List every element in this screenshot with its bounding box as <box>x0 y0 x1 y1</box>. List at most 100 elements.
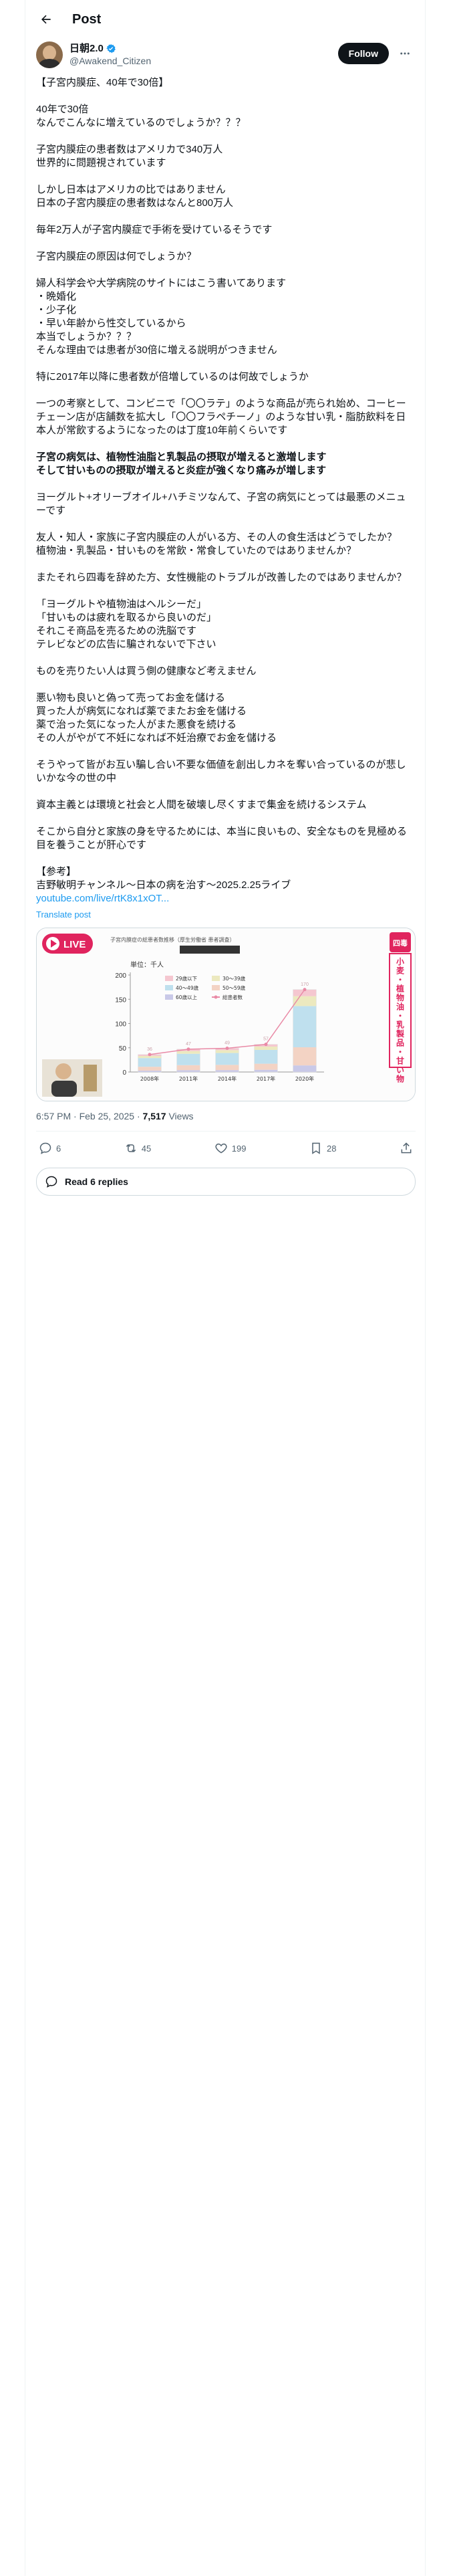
author-row: 日朝2.0 @Awakend_Citizen Follow <box>36 41 416 72</box>
tweet-paragraph: しかし日本はアメリカの比ではありません 日本の子宮内膜症の患者数はなんと800万人 <box>36 183 416 210</box>
bar-segment <box>176 1065 200 1071</box>
live-label: LIVE <box>63 939 86 950</box>
total-point <box>186 1047 190 1051</box>
y-tick-label: 150 <box>115 996 126 1004</box>
tweet-line: 日本の子宮内膜症の患者数はなんと800万人 <box>36 197 234 209</box>
tweet-paragraph: そこから自分と家族の身を守るためには、本当に良いもの、安全なものを見極める目を養… <box>36 825 416 852</box>
heart-icon <box>215 1143 227 1154</box>
tweet-paragraph: 子宮内膜症の患者数はアメリカで340万人 世界的に問題視されています <box>36 143 416 170</box>
legend-swatch <box>212 985 220 990</box>
avatar[interactable] <box>36 41 63 68</box>
bar-segment <box>138 1058 162 1067</box>
tweet-paragraph: ものを売りたい人は買う側の健康など考えません <box>36 665 416 678</box>
x-tick-label: 2014年 <box>218 1075 237 1082</box>
tweet-line: 【参考】 <box>36 866 77 877</box>
legend-swatch <box>165 976 173 981</box>
tweet-line: そこから自分と家族の身を守るためには、本当に良いもの、安全なものを見極める目を養… <box>36 826 408 851</box>
tweet-line: そして甘いものの摂取が増えると炎症が強くなり痛みが増します <box>36 465 327 476</box>
bookmark-count: 28 <box>327 1143 337 1154</box>
bookmark-button[interactable]: 28 <box>309 1142 336 1155</box>
reply-button[interactable]: 6 <box>39 1142 61 1155</box>
tweet-line: 【子宮内膜症、40年で30倍】 <box>36 77 169 88</box>
bar-segment <box>254 1046 278 1050</box>
tweet-paragraph: 資本主義とは環境と社会と人間を破壊し尽くすまで集金を続けるシステム <box>36 798 416 812</box>
repost-button[interactable]: 45 <box>124 1142 151 1155</box>
page-title: Post <box>72 11 102 27</box>
tweet-line: ものを売りたい人は買う側の健康など考えません <box>36 665 257 677</box>
tweet-line: ・晩婚化 <box>36 291 77 302</box>
read-replies-label: Read 6 replies <box>65 1176 128 1187</box>
chart-unit-label: 単位：千人 <box>130 960 164 969</box>
tweet-line: そうやって皆がお互い騙し合い不要な価値を創出しカネを奪い合っているのが悲しいかな… <box>36 759 406 784</box>
tweet-line: 「ヨーグルトや植物油はヘルシーだ」 <box>36 599 207 610</box>
tweet-line: 子宮内膜症の患者数はアメリカで340万人 <box>36 144 223 155</box>
back-button[interactable] <box>35 8 57 31</box>
tweet-line: 一つの考察として、コンビニで「〇〇ラテ」のような商品が売られ始め、コーヒーチェー… <box>36 398 406 436</box>
tweet-line: ・少子化 <box>36 304 77 316</box>
views-label: Views <box>166 1111 194 1121</box>
tweet-line: 子宮内膜症の原因は何でしょうか？ <box>36 251 197 262</box>
tweet-paragraph: 友人・知人・家族に子宮内膜症の人がいる方、その人の食生活はどうでしたか？ 植物油・… <box>36 531 416 558</box>
total-point <box>264 1043 268 1047</box>
side-text: 小麦・植物油・乳製品・甘い物 <box>396 956 405 1084</box>
bar-segment <box>215 1053 239 1065</box>
tweet-line: 世界的に問題視されています <box>36 157 166 169</box>
action-bar: 6 45 199 28 <box>36 1132 416 1165</box>
legend-label: 40〜49歳 <box>176 984 199 991</box>
bar-segment <box>176 1051 200 1054</box>
like-count: 199 <box>231 1143 247 1154</box>
tweet-paragraph: 特に2017年以降に患者数が倍増しているのは何故でしょうか <box>36 370 416 384</box>
more-options-icon[interactable] <box>394 43 416 64</box>
follow-button[interactable]: Follow <box>337 43 389 64</box>
total-point <box>225 1046 229 1050</box>
chart-title: 子宮内膜症の総患者数推移（厚生労働省 患者調査） <box>110 936 235 943</box>
y-tick-label: 200 <box>115 972 126 980</box>
author-names: 日朝2.0 @Awakend_Citizen <box>69 43 151 67</box>
tweet-paragraph: 【子宮内膜症、40年で30倍】 <box>36 76 416 90</box>
author-name[interactable]: 日朝2.0 <box>69 43 104 55</box>
x-tick-label: 2017年 <box>257 1075 275 1082</box>
tweet-paragraph: 一つの考察として、コンビニで「〇〇ラテ」のような商品が売られ始め、コーヒーチェー… <box>36 397 416 437</box>
x-tick-label: 2008年 <box>140 1075 159 1082</box>
data-label: 47 <box>186 1042 191 1047</box>
tweet-paragraph: ヨーグルト+オリーブオイル+ハチミツなんて、子宮の病気にとっては最悪のメニューで… <box>36 491 416 518</box>
views-count: 7,517 <box>142 1111 166 1121</box>
live-badge: LIVE <box>42 934 93 954</box>
x-tick-label: 2020年 <box>295 1075 314 1082</box>
right-divider <box>425 0 426 2576</box>
media-thumbnail[interactable]: LIVE 子宮内膜症の総患者数推移（厚生労働省 患者調査） 単位：千人 0 50 1… <box>36 928 416 1101</box>
tweet-line: しかし日本はアメリカの比ではありません <box>36 184 226 195</box>
share-button[interactable] <box>400 1142 413 1155</box>
timestamp[interactable]: 6:57 PM · Feb 25, 2025 · <box>36 1111 143 1121</box>
bar-segment <box>293 1006 317 1048</box>
like-button[interactable]: 199 <box>214 1142 247 1155</box>
bar-segment <box>138 1070 162 1072</box>
bookmark-icon <box>312 1142 320 1154</box>
bar-segment <box>215 1070 239 1072</box>
legend-label: 60歳以上 <box>176 994 198 1000</box>
tweet-paragraph: 【参考】吉野敏明チャンネル〜日本の病を治す〜2025.2.25ライブ <box>36 865 416 892</box>
side-banner: 四毒 小麦・植物油・乳製品・甘い物 <box>389 932 412 1084</box>
side-badge: 四毒 <box>393 938 408 948</box>
tweet-line: 友人・知人・家族に子宮内膜症の人がいる方、その人の食生活はどうでしたか？ <box>36 532 398 543</box>
page-header: Post <box>25 0 425 39</box>
legend-label: 29歳以下 <box>176 975 198 982</box>
tweet-text: 【子宮内膜症、40年で30倍】 40年で30倍 なんでこんなに増えているのでしょうか… <box>36 76 416 892</box>
tweet-line: 買った人が病気になれば薬でまたお金を儲ける <box>36 706 247 717</box>
total-point <box>148 1053 152 1057</box>
author-handle[interactable]: @Awakend_Citizen <box>69 55 151 67</box>
tweet-line: それこそ商品を売るための洗脳です <box>36 625 197 637</box>
bar-segment <box>215 1050 239 1053</box>
tweet-line: ・早い年齢から性交しているから <box>36 318 186 329</box>
tweet-line: 毎年2万人が子宮内膜症で手術を受けているそうです <box>36 224 273 235</box>
read-replies-button[interactable]: Read 6 replies <box>36 1168 416 1196</box>
tweet-line: 「甘いものは疲れを取るから良いのだ」 <box>36 612 217 623</box>
youtube-link[interactable]: youtube.com/live/rtK8x1xOT... <box>36 892 416 905</box>
tweet-line: そんな理由では患者が30倍に増える説明がつきません <box>36 344 277 356</box>
tweet-line: 吉野敏明チャンネル〜日本の病を治す〜2025.2.25ライブ <box>36 879 291 891</box>
tweet-paragraph: そうやって皆がお互い騙し合い不要な価値を創出しカネを奪い合っているのが悲しいかな… <box>36 758 416 785</box>
legend-swatch <box>165 985 173 990</box>
translate-post-link[interactable]: Translate post <box>36 909 416 920</box>
tweet-line: 悪い物も良いと偽って売ってお金を儲ける <box>36 692 226 704</box>
tweet-line: 植物油・乳製品・甘いものを常飲・常食していたのではありませんか？ <box>36 545 357 556</box>
